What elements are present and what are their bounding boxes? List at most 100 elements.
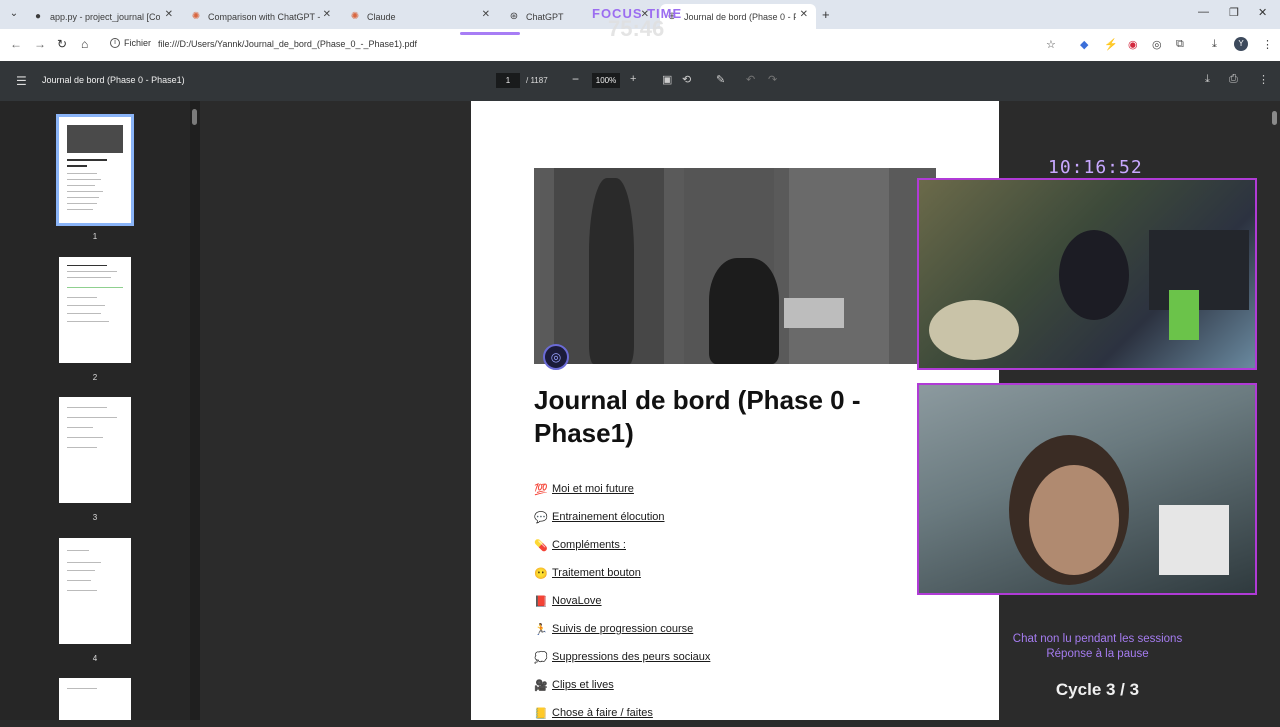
page-thumbnail[interactable]	[59, 678, 131, 720]
toc-link[interactable]: Suppressions des peurs sociaux	[552, 651, 710, 663]
toc-item[interactable]: 🏃 Suivis de progression course	[534, 615, 710, 643]
fit-page-icon[interactable]: ▣	[662, 73, 672, 86]
table-of-contents: 💯 Moi et moi future 💬 Entrainement élocuti…	[534, 475, 710, 727]
toc-item[interactable]: 💬 Entrainement élocution	[534, 503, 710, 531]
draw-icon[interactable]: ✎	[716, 73, 725, 86]
toc-link[interactable]: Entrainement élocution	[552, 511, 665, 523]
pdf-toolbar: ☰ Journal de bord (Phase 0 - Phase1) 1 /…	[0, 61, 1280, 101]
close-icon[interactable]: ✕	[800, 9, 808, 20]
reload-icon[interactable]: ↻	[57, 37, 67, 51]
zoom-input[interactable]: 100%	[592, 73, 620, 88]
pdf-title: Journal de bord (Phase 0 - Phase1)	[42, 75, 185, 85]
close-window-button[interactable]: ✕	[1258, 6, 1267, 19]
thumbnail-number: 2	[92, 373, 98, 382]
viewer-scrollbar[interactable]	[1270, 101, 1280, 720]
notebook-icon: 📒	[534, 707, 548, 720]
tab-claude[interactable]: ✺ Claude ✕	[343, 4, 498, 29]
fingerprint-icon: ◎	[543, 344, 569, 370]
tab-journal[interactable]: ⊕ Journal de bord (Phase 0 - Pha ✕	[660, 4, 816, 29]
forward-icon[interactable]: →	[34, 37, 46, 51]
site-info-label: Fichier	[124, 38, 152, 48]
scroll-thumb[interactable]	[192, 109, 197, 125]
speech-bubble-icon: 💬	[534, 511, 548, 524]
toc-link[interactable]: Chose à faire / faites	[552, 707, 653, 719]
extensions-puzzle-icon[interactable]: ⧉	[1176, 38, 1184, 51]
camera-icon: 🎥	[534, 679, 548, 692]
claude-icon: ✺	[191, 10, 201, 22]
more-icon[interactable]: ⋮	[1258, 73, 1269, 86]
tab-label: Claude	[367, 11, 396, 22]
menu-icon[interactable]: ☰	[16, 74, 27, 88]
chat-note: Chat non lu pendant les sessions Réponse…	[990, 632, 1205, 662]
extension-icon[interactable]: ◎	[1152, 38, 1162, 51]
home-icon[interactable]: ⌂	[81, 37, 88, 51]
chat-note-line: Réponse à la pause	[1046, 648, 1149, 660]
print-icon[interactable]: ⎙	[1229, 73, 1238, 86]
zoom-out-icon[interactable]: −	[572, 72, 579, 86]
toc-item[interactable]: 🎥 Clips et lives	[534, 671, 710, 699]
face-icon: 😶	[534, 567, 548, 580]
tab-label: Comparison with ChatGPT - Cl	[208, 11, 320, 22]
cycle-counter: Cycle 3 / 3	[1055, 680, 1140, 699]
extension-icon[interactable]: ◆	[1080, 38, 1088, 51]
toc-item[interactable]: 💊 Compléments :	[534, 531, 710, 559]
close-icon[interactable]: ✕	[165, 9, 173, 20]
page-thumbnail[interactable]	[59, 538, 131, 644]
sidebar-scrollbar[interactable]	[190, 101, 200, 720]
download-icon[interactable]: ⤓	[1212, 38, 1217, 51]
toc-link[interactable]: NovaLove	[552, 595, 602, 607]
tab-label: ChatGPT	[526, 11, 564, 22]
toc-link[interactable]: Traitement bouton	[552, 567, 641, 579]
page-thumbnail[interactable]	[59, 397, 131, 503]
extension-bolt-icon[interactable]: ⚡	[1104, 38, 1118, 51]
github-icon: ●	[34, 10, 42, 22]
thumbnail-image	[67, 125, 123, 153]
scroll-thumb[interactable]	[1272, 111, 1277, 125]
page-thumbnail[interactable]	[56, 114, 134, 226]
site-info-chip[interactable]: i Fichier	[110, 38, 151, 48]
rotate-icon[interactable]: ⟲	[682, 73, 691, 86]
thumbnail-number: 1	[92, 232, 98, 241]
thought-bubble-icon: 💭	[534, 651, 548, 664]
toc-link[interactable]: Suivis de progression course	[552, 623, 693, 635]
toc-item[interactable]: 😶 Traitement bouton	[534, 559, 710, 587]
back-icon[interactable]: ←	[10, 37, 22, 51]
claude-icon: ✺	[350, 10, 360, 22]
profile-avatar[interactable]: Y	[1234, 37, 1248, 51]
close-icon[interactable]: ✕	[323, 9, 331, 20]
info-icon: i	[110, 38, 120, 48]
chat-note-line: Chat non lu pendant les sessions	[1012, 633, 1183, 645]
redo-icon[interactable]: ↷	[768, 73, 777, 86]
bookmark-star-icon[interactable]: ☆	[1046, 38, 1056, 51]
close-icon[interactable]: ✕	[482, 9, 490, 20]
clock-display: 10:16:52	[1048, 157, 1143, 178]
webcam-desk-view	[917, 178, 1257, 370]
toc-link[interactable]: Clips et lives	[552, 679, 614, 691]
runner-icon: 🏃	[534, 623, 548, 636]
focus-progress-bar	[460, 32, 520, 35]
toc-item[interactable]: 📕 NovaLove	[534, 587, 710, 615]
toc-link[interactable]: Moi et moi future	[552, 483, 634, 495]
record-extension-icon[interactable]: ◉	[1128, 38, 1138, 51]
zoom-in-icon[interactable]: +	[630, 73, 636, 85]
download-icon[interactable]: ⤓	[1205, 73, 1210, 86]
page-thumbnail[interactable]	[59, 257, 131, 363]
cover-photo	[534, 168, 936, 364]
toc-item[interactable]: 💭 Suppressions des peurs sociaux	[534, 643, 710, 671]
address-bar[interactable]: file:///D:/Users/Yannk/Journal_de_bord_(…	[158, 39, 417, 49]
tab-app-py[interactable]: ● app.py - project_journal [Code ✕	[26, 4, 181, 29]
minimize-button[interactable]: —	[1198, 6, 1209, 18]
undo-icon[interactable]: ↶	[746, 73, 755, 86]
new-tab-button[interactable]: +	[822, 7, 830, 22]
toc-item[interactable]: 💯 Moi et moi future	[534, 475, 710, 503]
restore-button[interactable]: ❐	[1229, 6, 1239, 19]
book-icon: 📕	[534, 595, 548, 608]
toc-link[interactable]: Compléments :	[552, 539, 626, 551]
thumbnail-number: 3	[92, 513, 98, 522]
tab-label: Journal de bord (Phase 0 - Pha	[684, 11, 796, 22]
page-number-input[interactable]: 1	[496, 73, 520, 88]
tab-comparison[interactable]: ✺ Comparison with ChatGPT - Cl ✕	[184, 4, 339, 29]
more-menu-icon[interactable]: ⋮	[1262, 38, 1273, 51]
tab-search-icon[interactable]: ⌄	[6, 6, 22, 22]
toc-item[interactable]: 📒 Chose à faire / faites	[534, 699, 710, 727]
